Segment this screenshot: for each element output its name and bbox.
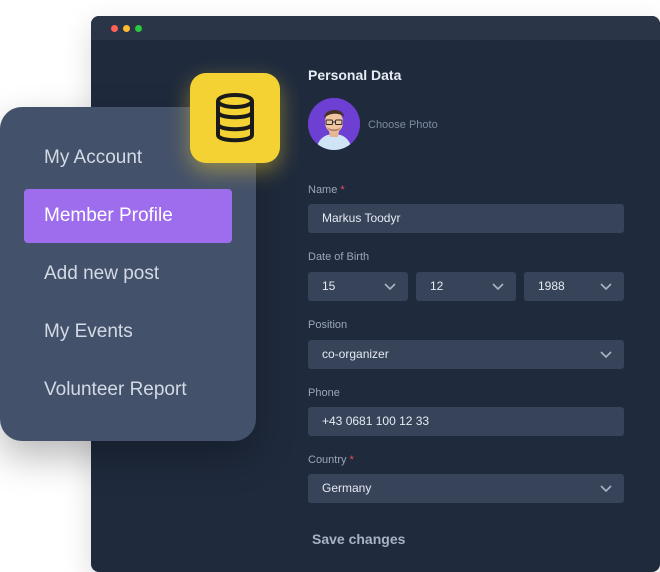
- name-label: Name *: [308, 184, 345, 196]
- required-asterisk: *: [349, 454, 354, 466]
- phone-value: +43 0681 100 12 33: [322, 414, 430, 428]
- dob-day-select[interactable]: 15: [308, 272, 408, 301]
- sidebar-item-volunteer-report[interactable]: Volunteer Report: [24, 363, 232, 417]
- save-changes-button[interactable]: Save changes: [312, 531, 405, 547]
- section-title: Personal Data: [308, 67, 402, 83]
- phone-field[interactable]: +43 0681 100 12 33: [308, 407, 624, 436]
- country-label-text: Country: [308, 454, 347, 466]
- phone-label: Phone: [308, 387, 340, 399]
- position-value: co-organizer: [322, 347, 389, 361]
- close-window-button[interactable]: [111, 25, 118, 32]
- window-titlebar: [91, 16, 660, 40]
- dob-year-value: 1988: [538, 279, 565, 293]
- position-select[interactable]: co-organizer: [308, 340, 624, 369]
- chevron-down-icon: [600, 351, 612, 358]
- country-select[interactable]: Germany: [308, 474, 624, 503]
- name-value: Markus Toodyr: [322, 211, 401, 225]
- name-field[interactable]: Markus Toodyr: [308, 204, 624, 233]
- avatar[interactable]: [308, 98, 360, 150]
- maximize-window-button[interactable]: [135, 25, 142, 32]
- country-label: Country *: [308, 454, 354, 466]
- dob-label: Date of Birth: [308, 251, 370, 263]
- name-label-text: Name: [308, 184, 338, 196]
- chevron-down-icon: [384, 283, 396, 290]
- minimize-window-button[interactable]: [123, 25, 130, 32]
- sidebar-item-member-profile[interactable]: Member Profile: [24, 189, 232, 243]
- chevron-down-icon: [600, 283, 612, 290]
- sidebar-item-add-new-post[interactable]: Add new post: [24, 247, 232, 301]
- position-label: Position: [308, 319, 348, 331]
- dob-month-value: 12: [430, 279, 444, 293]
- chevron-down-icon: [492, 283, 504, 290]
- dob-day-value: 15: [322, 279, 336, 293]
- dob-month-select[interactable]: 12: [416, 272, 516, 301]
- choose-photo-link[interactable]: Choose Photo: [368, 119, 438, 131]
- sidebar-item-my-events[interactable]: My Events: [24, 305, 232, 359]
- required-asterisk: *: [340, 184, 345, 196]
- database-icon: [216, 93, 254, 143]
- country-value: Germany: [322, 481, 372, 495]
- database-badge: [190, 73, 280, 163]
- chevron-down-icon: [600, 485, 612, 492]
- dob-year-select[interactable]: 1988: [524, 272, 624, 301]
